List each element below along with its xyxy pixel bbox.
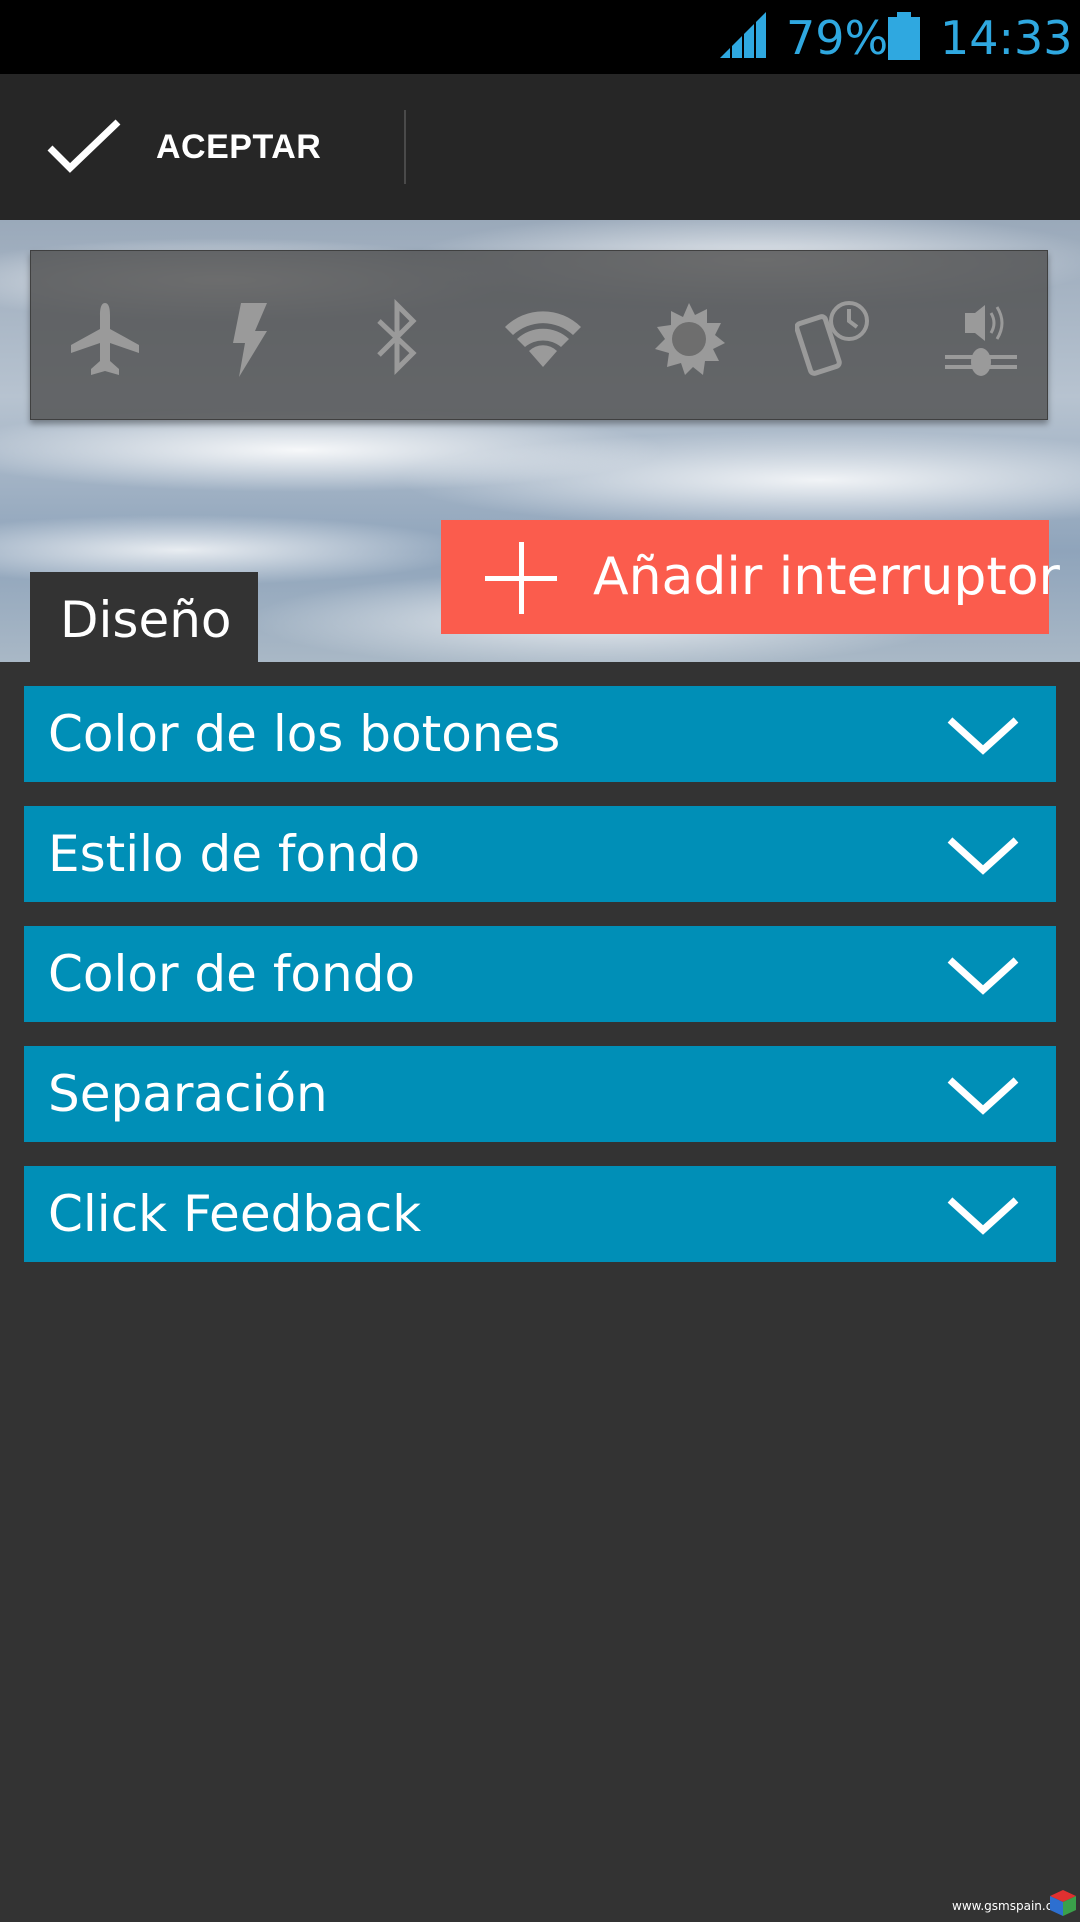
toggle-panel [30, 250, 1048, 420]
flashlight-icon[interactable] [211, 299, 291, 379]
chevron-down-icon [946, 1196, 1020, 1240]
setting-label: Click Feedback [48, 1185, 422, 1243]
chevron-down-icon [946, 716, 1020, 760]
plus-icon [485, 542, 557, 618]
brightness-icon[interactable] [649, 299, 729, 379]
setting-label: Estilo de fondo [48, 825, 421, 883]
setting-label: Color de fondo [48, 945, 416, 1003]
action-bar: ACEPTAR [0, 74, 1080, 220]
design-tab[interactable]: Diseño [30, 572, 258, 662]
setting-separation[interactable]: Separación [24, 1046, 1056, 1142]
chevron-down-icon [946, 956, 1020, 1000]
add-switch-button[interactable]: Añadir interruptor [441, 520, 1060, 634]
check-icon [46, 118, 122, 180]
setting-label: Color de los botones [48, 705, 561, 763]
setting-button-color[interactable]: Color de los botones [24, 686, 1056, 782]
airplane-mode-icon[interactable] [65, 299, 145, 379]
widget-preview: Añadir interruptor Diseño [0, 220, 1080, 662]
sound-mode-icon[interactable] [941, 299, 1021, 379]
watermark-logo-icon [1048, 1888, 1078, 1922]
action-divider [404, 110, 406, 184]
bluetooth-icon[interactable] [357, 298, 437, 379]
add-switch-label: Añadir interruptor [593, 547, 1060, 607]
screen-timeout-icon[interactable] [794, 299, 875, 379]
status-bar: 79% 14:33 [0, 0, 1080, 74]
chevron-down-icon [946, 1076, 1020, 1120]
battery-icon [888, 12, 920, 64]
wifi-icon[interactable] [503, 299, 583, 379]
chevron-down-icon [946, 836, 1020, 880]
battery-percent: 79% [786, 11, 889, 65]
accept-button[interactable]: ACEPTAR [0, 74, 404, 220]
setting-background-color[interactable]: Color de fondo [24, 926, 1056, 1022]
clock: 14:33 [940, 11, 1073, 65]
design-tab-label: Diseño [60, 591, 232, 649]
settings-list: Color de los botones Estilo de fondo Col… [24, 686, 1056, 1286]
setting-click-feedback[interactable]: Click Feedback [24, 1166, 1056, 1262]
setting-label: Separación [48, 1065, 328, 1123]
accept-label: ACEPTAR [156, 128, 322, 166]
signal-icon [718, 12, 770, 64]
setting-background-style[interactable]: Estilo de fondo [24, 806, 1056, 902]
